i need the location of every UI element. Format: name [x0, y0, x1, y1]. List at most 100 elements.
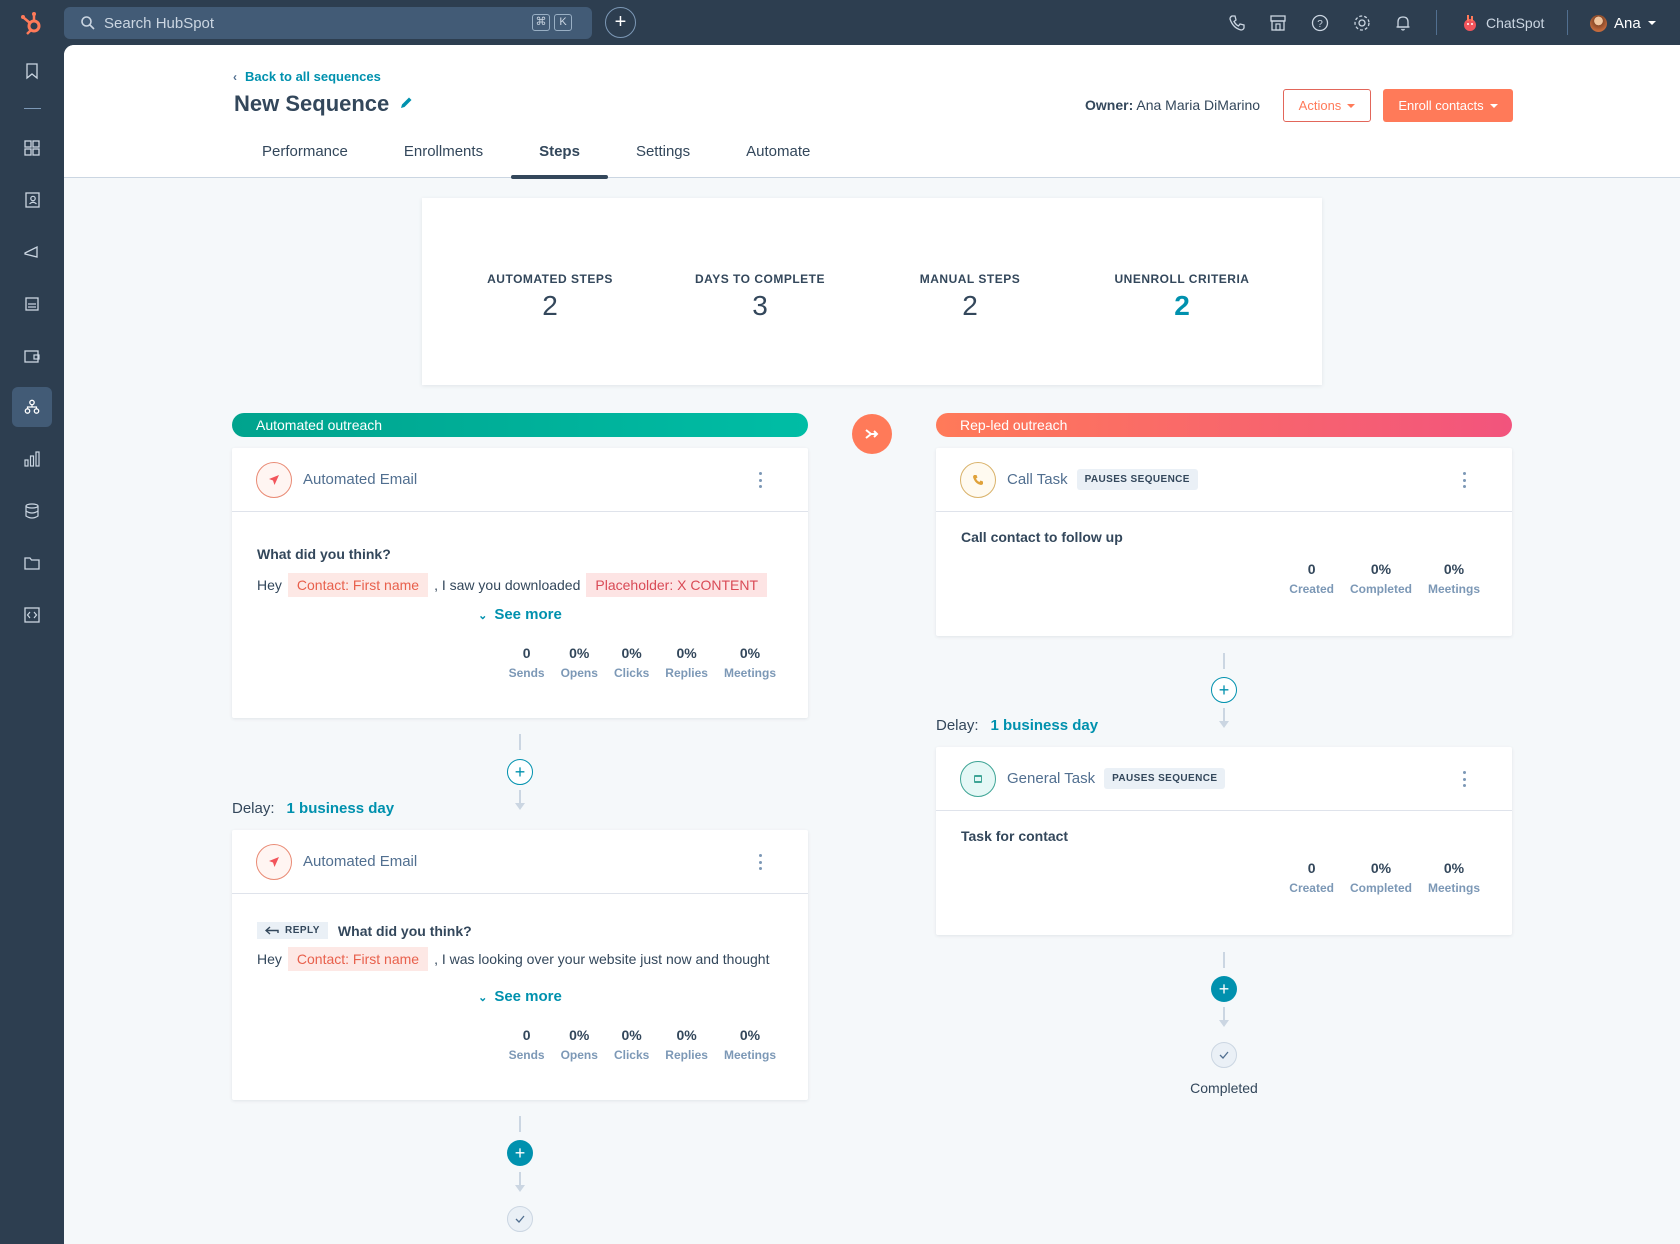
- pauses-sequence-badge: PAUSES SEQUENCE: [1104, 768, 1226, 789]
- step-card-general-task[interactable]: General Task PAUSES SEQUENCE Task for co…: [936, 747, 1512, 935]
- personalization-token: Contact: First name: [287, 947, 429, 971]
- add-step-button[interactable]: +: [1211, 976, 1237, 1002]
- pauses-sequence-badge: PAUSES SEQUENCE: [1076, 469, 1198, 490]
- metric-replies: 0% Replies: [657, 645, 716, 680]
- stat-label: DAYS TO COMPLETE: [694, 272, 826, 286]
- marketing-megaphone-icon: [24, 245, 38, 258]
- sidebar-item-development[interactable]: [12, 595, 52, 635]
- summary-automated-steps: AUTOMATED STEPS 2: [450, 272, 650, 322]
- dashboard-grid-icon: [24, 140, 40, 156]
- sequence-end-check: [507, 1206, 533, 1232]
- search-icon: [81, 16, 95, 30]
- delay-row: Delay: 1 business day: [936, 717, 1098, 734]
- tab-performance[interactable]: Performance: [234, 141, 376, 178]
- metric-label: Meetings: [1427, 582, 1480, 596]
- back-to-sequences-link[interactable]: ‹ Back to all sequences: [233, 69, 381, 84]
- metric-created: 0 Created: [1281, 860, 1342, 895]
- more-options-icon[interactable]: [757, 854, 763, 870]
- more-options-icon[interactable]: [757, 472, 763, 488]
- sidebar-item-content[interactable]: [12, 284, 52, 324]
- reports-icon: [24, 451, 40, 467]
- metric-value: 0%: [1443, 561, 1465, 577]
- enroll-contacts-button[interactable]: Enroll contacts: [1383, 89, 1513, 122]
- connector-line: [519, 1116, 521, 1132]
- checkmark-icon: [1219, 1051, 1229, 1059]
- add-step-button[interactable]: +: [1211, 677, 1237, 703]
- tab-enrollments[interactable]: Enrollments: [376, 141, 511, 178]
- step-type-label: Call Task: [1007, 471, 1068, 488]
- metric-label: Sends: [508, 1048, 545, 1062]
- metric-value: 0%: [676, 1027, 697, 1043]
- phone-icon[interactable]: [1227, 13, 1247, 33]
- actions-dropdown-button[interactable]: Actions: [1283, 89, 1371, 122]
- add-step-button[interactable]: +: [507, 759, 533, 785]
- checkmark-icon: [515, 1215, 525, 1223]
- unenroll-criteria-link[interactable]: 2: [1082, 290, 1282, 322]
- merge-arrow-icon: [865, 429, 879, 439]
- step-type-label: Automated Email: [303, 471, 418, 488]
- notifications-bell-icon[interactable]: [1393, 13, 1413, 33]
- help-icon[interactable]: ?: [1310, 13, 1330, 33]
- step-card-call-task[interactable]: Call Task PAUSES SEQUENCE Call contact t…: [936, 448, 1512, 636]
- sidebar-item-commerce[interactable]: [12, 336, 52, 376]
- personalization-token: Contact: First name: [287, 573, 429, 597]
- topbar-divider: [1436, 10, 1437, 35]
- more-options-icon[interactable]: [1461, 771, 1467, 787]
- email-send-icon: [256, 843, 292, 880]
- stat-label: UNENROLL CRITERIA: [1114, 272, 1250, 286]
- global-search-input[interactable]: Search HubSpot ⌘ K: [64, 7, 592, 39]
- sidebar-item-data-management[interactable]: [12, 491, 52, 531]
- see-more-link[interactable]: ⌄ See more: [232, 988, 808, 1005]
- delay-label: Delay:: [232, 800, 275, 817]
- delay-value-link[interactable]: 1 business day: [991, 717, 1099, 734]
- topbar-divider: [1567, 10, 1568, 35]
- email-metrics: 0 Sends 0% Opens 0% Clicks 0% Replies 0% Meet…: [501, 645, 784, 680]
- handoff-indicator: [852, 414, 892, 454]
- hubspot-logo-icon[interactable]: [18, 9, 46, 37]
- owner-label: Owner:: [1085, 97, 1134, 113]
- create-new-button[interactable]: +: [605, 7, 636, 38]
- stat-label: AUTOMATED STEPS: [487, 272, 613, 286]
- step-card-automated-email-2[interactable]: Automated Email REPLY What did you think…: [232, 830, 808, 1100]
- metric-value: 0: [1307, 860, 1316, 876]
- sidebar-item-marketing[interactable]: [12, 232, 52, 272]
- email-subject: What did you think?: [257, 546, 391, 562]
- metric-label: Completed: [1349, 582, 1412, 596]
- sidebar-item-bookmarks[interactable]: [12, 51, 52, 91]
- tab-settings[interactable]: Settings: [608, 141, 718, 178]
- placeholder-token: Placeholder: X CONTENT: [586, 573, 767, 597]
- sidebar-item-automation[interactable]: [12, 387, 52, 427]
- more-options-icon[interactable]: [1461, 472, 1467, 488]
- delay-value-link[interactable]: 1 business day: [287, 800, 395, 817]
- step-card-body: Call contact to follow up: [936, 529, 1512, 545]
- sidebar-item-contacts[interactable]: [12, 180, 52, 220]
- sidebar-item-workspaces[interactable]: [12, 128, 52, 168]
- add-step-button[interactable]: +: [507, 1140, 533, 1166]
- metric-label: Clicks: [613, 666, 650, 680]
- arrow-down-icon: [515, 790, 525, 810]
- metric-value: 0%: [739, 645, 761, 661]
- email-subject: What did you think?: [337, 922, 472, 939]
- marketplace-icon[interactable]: [1268, 13, 1288, 33]
- sidebar-item-library[interactable]: [12, 543, 52, 583]
- arrow-down-icon: [1219, 1007, 1229, 1027]
- step-card-automated-email-1[interactable]: Automated Email What did you think? Hey …: [232, 448, 808, 718]
- phone-call-icon: [960, 461, 996, 498]
- data-database-icon: [25, 503, 39, 519]
- owner-info: Owner: Ana Maria DiMarino: [1085, 97, 1260, 113]
- metric-replies: 0% Replies: [657, 1027, 716, 1062]
- tab-automate[interactable]: Automate: [718, 141, 838, 178]
- chatspot-button[interactable]: ChatSpot: [1462, 11, 1544, 35]
- tab-steps[interactable]: Steps: [511, 141, 608, 179]
- sidebar-item-reports[interactable]: [12, 439, 52, 479]
- see-more-link[interactable]: ⌄ See more: [232, 606, 808, 623]
- chatspot-label: ChatSpot: [1486, 15, 1545, 31]
- metric-label: Opens: [560, 666, 598, 680]
- user-menu[interactable]: Ana: [1590, 11, 1656, 35]
- delay-row: Delay: 1 business day: [232, 800, 394, 817]
- email-greeting: Hey: [257, 951, 282, 967]
- sequence-tabs: Performance Enrollments Steps Settings A…: [234, 141, 838, 179]
- edit-pencil-icon[interactable]: [398, 95, 414, 111]
- settings-icon[interactable]: [1352, 13, 1372, 33]
- sequence-end-check: [1211, 1042, 1237, 1068]
